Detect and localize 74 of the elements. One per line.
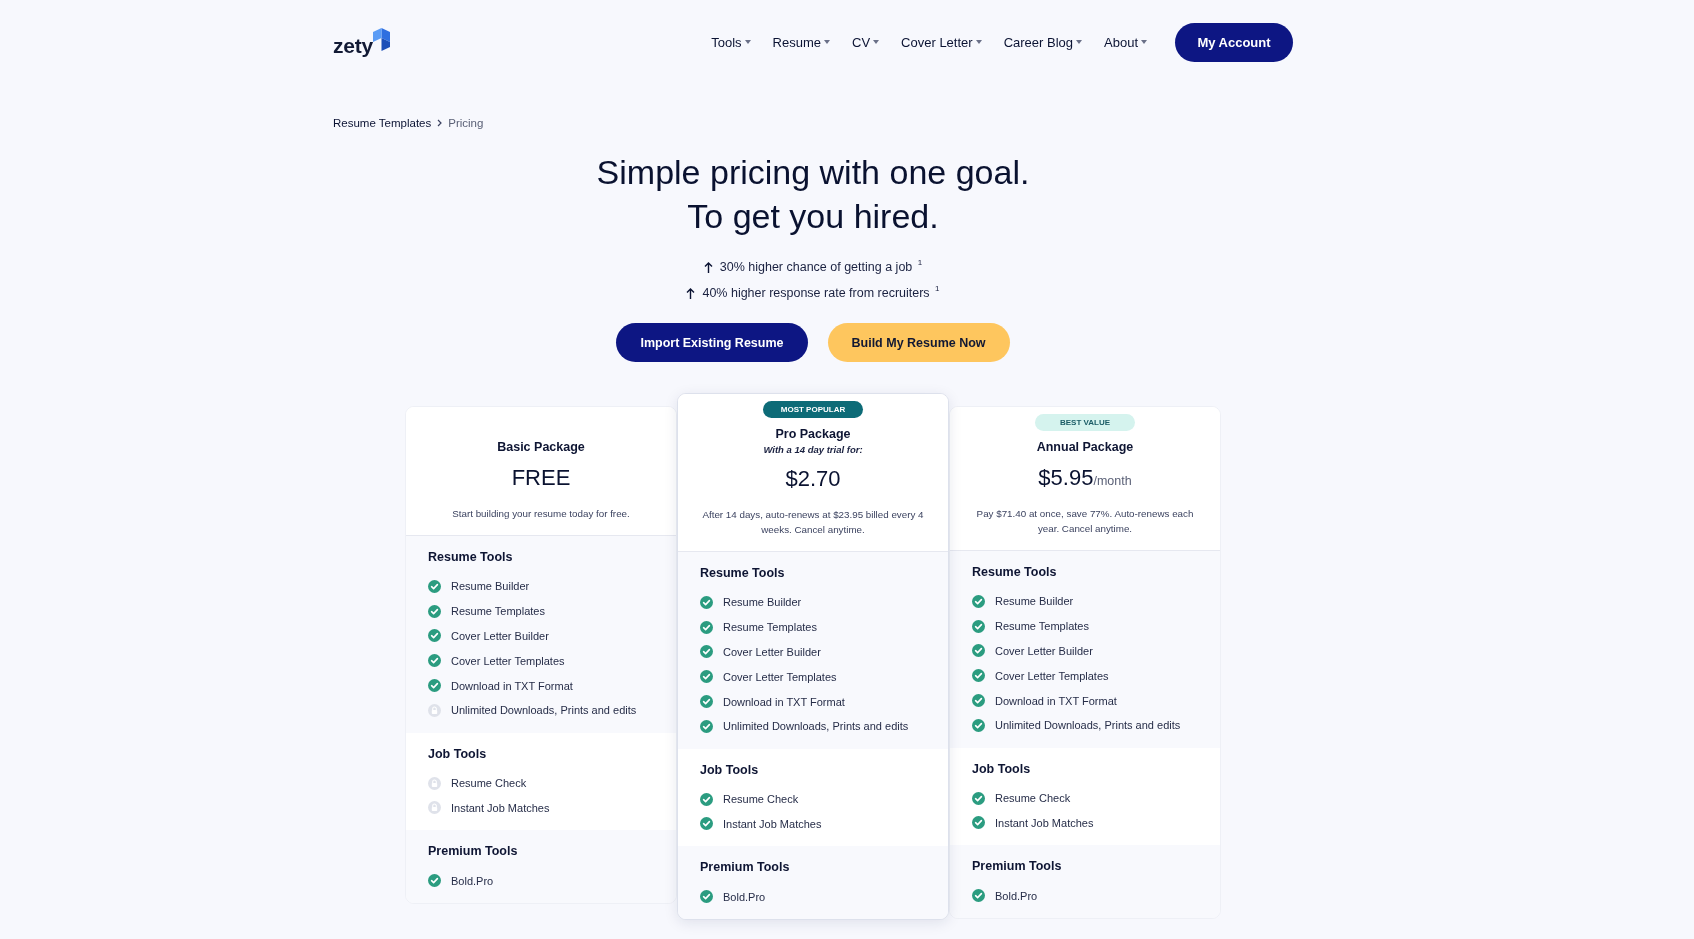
feature-label: Download in TXT Format bbox=[995, 694, 1117, 707]
feature-label: Bold.Pro bbox=[723, 890, 766, 903]
nav-menu-item[interactable]: Cover Letter bbox=[901, 34, 982, 50]
section-heading: Premium Tools bbox=[700, 859, 790, 877]
caret-icon bbox=[1141, 40, 1147, 44]
feature-label: Resume Check bbox=[451, 777, 527, 790]
feature-label: Resume Builder bbox=[451, 580, 530, 593]
feature-label: Cover Letter Templates bbox=[995, 669, 1109, 682]
feature-label: Resume Templates bbox=[723, 621, 817, 634]
plan-badge: MOST POPULAR bbox=[763, 401, 863, 418]
section-heading: Premium Tools bbox=[428, 843, 518, 861]
caret-icon bbox=[744, 40, 751, 44]
feature-label: Instant Job Matches bbox=[451, 801, 550, 814]
cube-logo-icon bbox=[373, 28, 391, 51]
stat-text: 30% higher chance of getting a job $^{1}$ bbox=[719, 260, 923, 274]
section-heading: Job Tools bbox=[700, 761, 759, 779]
plan-price: $5.95 bbox=[1038, 464, 1094, 492]
section-heading: Job Tools bbox=[972, 760, 1031, 778]
feature-label: Resume Check bbox=[995, 792, 1071, 805]
breadcrumb-link[interactable]: Resume Templates bbox=[333, 117, 432, 129]
feature-label: Cover Letter Builder bbox=[723, 646, 821, 658]
plan-name: Basic Package bbox=[497, 439, 585, 456]
price-period: /month bbox=[1093, 474, 1132, 488]
plan-name: Pro Package bbox=[775, 426, 851, 443]
plan-price: FREE bbox=[511, 464, 571, 492]
stat-text: 40% higher response rate from recruiters $^{1}$ bbox=[702, 286, 940, 300]
feature-label: Unlimited Downloads, Prints and edits bbox=[723, 720, 909, 733]
caret-icon bbox=[1076, 40, 1082, 44]
build-resume-button[interactable]: Build My Resume Now bbox=[827, 323, 1010, 362]
import-resume-button[interactable]: Import Existing Resume bbox=[616, 323, 808, 362]
feature-label: Resume Templates bbox=[451, 605, 545, 618]
plan-description: After 14 days, auto-renews at $23.95 billed every 4 weeks. Cancel anytime. bbox=[702, 508, 924, 537]
section-heading: Resume Tools bbox=[428, 549, 513, 566]
feature-label: Bold.Pro bbox=[995, 889, 1038, 902]
feature-label: Resume Builder bbox=[723, 596, 802, 609]
feature-label: Download in TXT Format bbox=[451, 679, 573, 692]
trial-note: With a 14 day trial for: bbox=[763, 443, 863, 457]
feature-label: Resume Builder bbox=[995, 595, 1074, 608]
plan-description: Pay $71.40 at once, save 77%. Auto-renews each year. Cancel anytime. bbox=[975, 507, 1195, 536]
section-heading: Premium Tools bbox=[972, 858, 1062, 876]
feature-label: Unlimited Downloads, Prints and edits bbox=[995, 719, 1181, 732]
feature-label: Cover Letter Templates bbox=[723, 670, 837, 683]
feature-label: Instant Job Matches bbox=[723, 817, 822, 830]
feature-label: Download in TXT Format bbox=[723, 695, 845, 708]
feature-label: Resume Templates bbox=[995, 620, 1089, 633]
nav-menu-item[interactable]: Career Blog bbox=[1003, 34, 1082, 50]
plan-name: Annual Package bbox=[1036, 439, 1134, 456]
section-heading: Resume Tools bbox=[700, 565, 785, 582]
caret-icon bbox=[873, 40, 880, 44]
plan-badge: BEST VALUE bbox=[1035, 414, 1135, 431]
chevron-right-icon bbox=[437, 119, 443, 127]
arrow-up-icon bbox=[703, 261, 713, 273]
arrow-up-icon bbox=[686, 287, 696, 299]
my-account-button[interactable]: My Account bbox=[1175, 22, 1293, 62]
nav-menu-item[interactable]: About bbox=[1104, 34, 1147, 50]
feature-label: Cover Letter Builder bbox=[451, 630, 549, 642]
plan-description: Start building your resume today for free. bbox=[451, 507, 631, 521]
feature-label: Bold.Pro bbox=[451, 874, 494, 887]
section-heading: Job Tools bbox=[428, 745, 487, 763]
feature-label: Unlimited Downloads, Prints and edits bbox=[451, 704, 637, 717]
breadcrumb-current[interactable]: Pricing bbox=[448, 117, 484, 129]
caret-icon bbox=[824, 40, 831, 44]
feature-label: Cover Letter Builder bbox=[995, 645, 1093, 657]
nav-menu-item[interactable]: Resume bbox=[772, 34, 831, 50]
section-heading: Resume Tools bbox=[972, 564, 1057, 581]
logo-text[interactable]: zety bbox=[333, 35, 374, 56]
plan-price: $2.70 bbox=[785, 465, 841, 493]
feature-label: Cover Letter Templates bbox=[451, 654, 565, 667]
page-heading: Simple pricing with one goal. To get you hired. bbox=[596, 152, 1030, 237]
feature-label: Instant Job Matches bbox=[995, 816, 1094, 829]
feature-label: Resume Check bbox=[723, 793, 799, 806]
nav-menu-item[interactable]: Tools bbox=[711, 34, 751, 50]
caret-icon bbox=[975, 40, 982, 44]
nav-menu-item[interactable]: CV bbox=[852, 34, 880, 50]
